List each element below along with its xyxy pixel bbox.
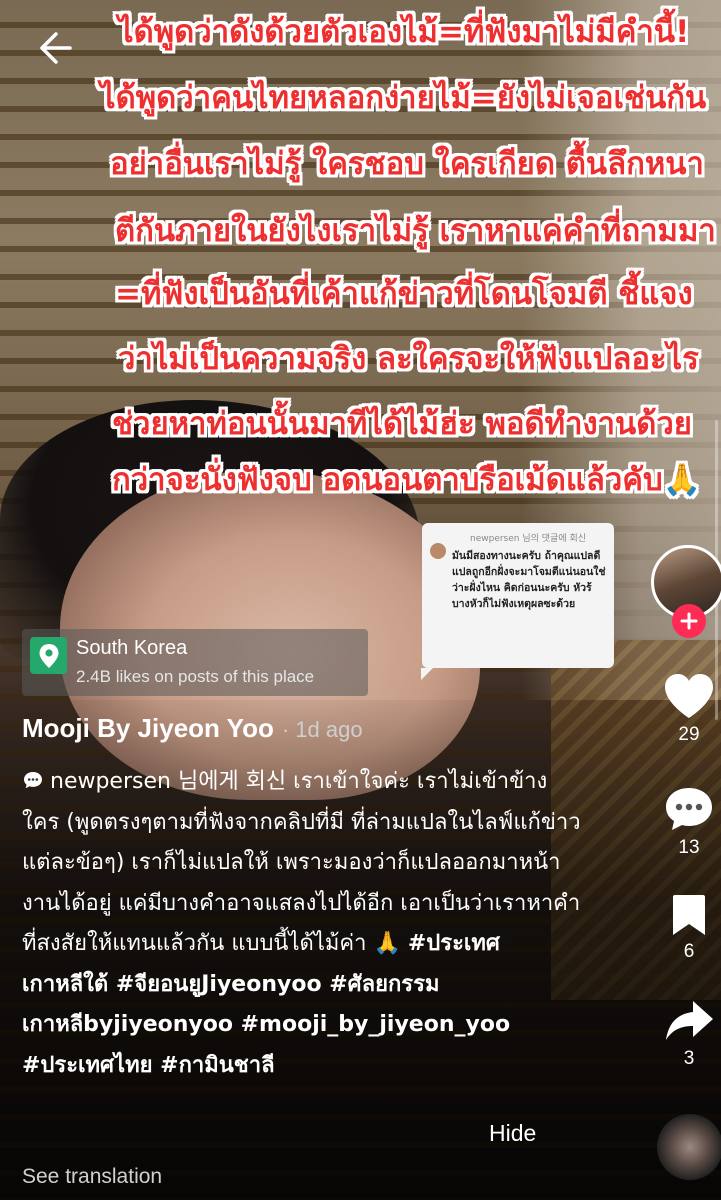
follow-button[interactable] (672, 604, 706, 638)
heart-icon (665, 674, 713, 718)
author-row: Mooji By Jiyeon Yoo · 1d ago (22, 713, 363, 744)
description-body: เราเข้าใจค่ะ เราไม่เข้าข้างใคร (พูดตรงๆต… (22, 769, 581, 956)
reply-sticker-text: มันมีสองทางนะครับ ถ้าคุณแปลดีแปลถูกอีกฝั… (452, 550, 606, 610)
hide-button[interactable]: Hide (489, 1120, 536, 1147)
like-count: 29 (678, 724, 700, 745)
overlay-line: อย่าอื่นเราไม่รู้ ใครชอบ ใครเกียด ตื้นลึ… (110, 146, 704, 182)
location-chip[interactable]: South Korea 2.4B likes on posts of this … (22, 629, 368, 696)
plus-icon (680, 612, 698, 630)
location-name: South Korea (76, 637, 188, 659)
bookmark-icon (673, 895, 705, 935)
action-rail: 29 13 6 3 (621, 0, 721, 1200)
back-button[interactable] (34, 28, 74, 68)
comment-reply-icon (24, 772, 42, 789)
bookmark-button[interactable]: 6 (661, 893, 717, 963)
author-name[interactable]: Mooji By Jiyeon Yoo (22, 713, 274, 743)
overlay-line: =ที่ฟังเป็นอันที่เค้าแก้ข่าวที่โดนโจมตี … (115, 276, 693, 312)
music-disc[interactable] (657, 1114, 721, 1180)
location-likes: 2.4B likes on posts of this place (76, 667, 315, 686)
overlay-line: ได้พูดว่าคนไทยหลอกง่ายไม้=ยังไม่เจอเช่นก… (100, 80, 707, 116)
reply-sticker-header: newpersen 님의 댓글에 회신 (470, 534, 587, 544)
map-pin-icon (30, 637, 67, 674)
see-translation-link[interactable]: See translation (22, 1165, 162, 1189)
overlay-line: กว่าจะนั่งฟังจบ อดนอนตาบรือเม้ดแล้วคับ🙏 (112, 462, 702, 498)
overlay-line: ช่วยหาท่อนนั้นมาทีได้ไม้ฮ่ะ พอดีทำงานด้ว… (112, 406, 692, 442)
comment-count: 13 (678, 837, 700, 858)
overlay-line: ว่าไม่เป็นความจริง ละใครจะให้ฟังแปลอะไร (118, 341, 699, 377)
share-count: 3 (683, 1048, 695, 1069)
reply-username[interactable]: newpersen (50, 769, 171, 794)
arrow-left-icon (40, 32, 72, 64)
post-description: newpersen 님에게 회신 เราเข้าใจค่ะ เราไม่เข้า… (22, 762, 582, 1086)
post-time: · 1d ago (281, 717, 363, 742)
like-button[interactable]: 29 (661, 672, 717, 746)
comment-bubble-icon (666, 788, 712, 830)
reply-label: 님에게 회신 (177, 769, 287, 794)
share-arrow-icon (666, 1001, 713, 1040)
share-button[interactable]: 3 (661, 998, 717, 1070)
overlay-line: ได้พูดว่าดังด้วยตัวเองไม้=ที่ฟังมาไม่มีค… (118, 14, 690, 50)
comment-button[interactable]: 13 (661, 785, 717, 859)
bookmark-count: 6 (683, 941, 695, 962)
avatar (430, 543, 446, 559)
reply-comment-sticker[interactable]: newpersen 님의 댓글에 회신 มันมีสองทางนะครับ ถ้… (421, 523, 614, 680)
